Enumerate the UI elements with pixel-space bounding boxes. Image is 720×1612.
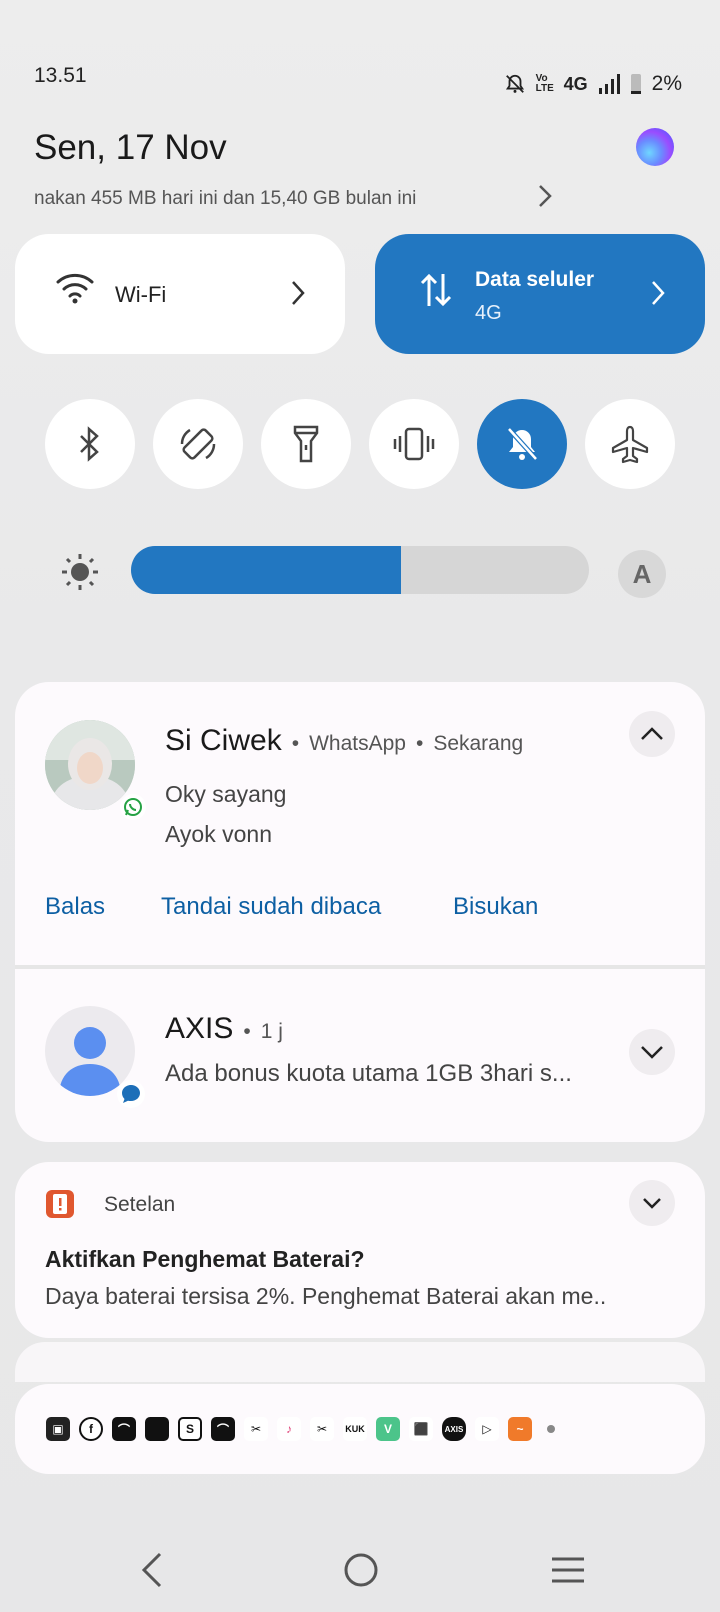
message-line: Oky sayang: [165, 781, 287, 807]
chevron-down-icon: [643, 1198, 661, 1209]
divider: [15, 965, 705, 969]
mobile-data-network: 4G: [475, 302, 502, 324]
rotate-icon: [180, 428, 216, 460]
notification-sender: AXIS: [165, 1012, 234, 1045]
data-arrows-icon: [420, 273, 452, 307]
battery-percent: 2%: [651, 72, 682, 95]
bell-off-icon: [505, 74, 524, 93]
assistant-orb-icon[interactable]: [636, 128, 674, 166]
signal-icon: [598, 74, 620, 94]
chevron-up-icon: [641, 727, 663, 740]
tiktok-icon: ♪: [277, 1417, 301, 1441]
notification-time: Sekarang: [433, 732, 524, 755]
battery-icon: [630, 74, 641, 94]
battery-alert-icon: [46, 1190, 74, 1218]
axis-icon: AXIS: [442, 1417, 466, 1441]
toggle-vibrate[interactable]: [369, 399, 459, 489]
app-icon: ~: [508, 1417, 532, 1441]
auto-brightness-button[interactable]: A: [618, 550, 666, 598]
toggle-silent[interactable]: [477, 399, 567, 489]
shopping-bag-icon: S: [178, 1417, 202, 1441]
chevron-down-icon: [641, 1046, 663, 1059]
message-line: Ada bonus kuota utama 1GB 3hari s...: [165, 1060, 572, 1087]
hidden-notification-peek[interactable]: [15, 1342, 705, 1382]
brightness-slider[interactable]: [131, 546, 589, 594]
home-icon[interactable]: [343, 1550, 379, 1590]
status-icons: Vo LTE 4G 2%: [504, 72, 682, 96]
notification-sender: Si Ciwek: [165, 724, 282, 757]
back-icon[interactable]: [140, 1550, 164, 1590]
whatsapp-header: Si Ciwek • WhatsApp • Sekarang: [165, 724, 523, 758]
message-line: Ayok vonn: [165, 821, 272, 847]
app-icon: [145, 1417, 169, 1441]
mark-read-button[interactable]: Tandai sudah dibaca: [161, 893, 381, 921]
network-type: 4G: [563, 73, 588, 94]
shopping-bag-icon: ⌒: [112, 1417, 136, 1441]
toggle-bluetooth[interactable]: [45, 399, 135, 489]
capcut-icon: ✂: [244, 1417, 268, 1441]
mute-button[interactable]: Bisukan: [453, 893, 538, 921]
mobile-data-tile[interactable]: Data seluler 4G: [375, 234, 705, 354]
vidio-icon: V: [376, 1417, 400, 1441]
chevron-right-icon[interactable]: [538, 184, 552, 208]
vibrate-icon: [393, 427, 435, 461]
expand-button[interactable]: [629, 1029, 675, 1075]
toggle-flashlight[interactable]: [261, 399, 351, 489]
chevron-right-icon: [652, 281, 665, 305]
notification-title: Aktifkan Penghemat Baterai?: [45, 1246, 365, 1272]
bell-off-icon: [507, 427, 538, 461]
toggle-airplane[interactable]: [585, 399, 675, 489]
axis-header: AXIS • 1 j: [165, 1012, 283, 1046]
notification-time: 1 j: [260, 1020, 283, 1043]
separator-dot: •: [243, 1020, 251, 1043]
capcut-icon: ✂: [310, 1417, 334, 1441]
brightness-slider-fill: [131, 546, 402, 594]
volte-icon: Vo LTE: [535, 73, 554, 94]
toggle-auto-rotate[interactable]: [153, 399, 243, 489]
message-bubble-icon: [117, 1080, 145, 1108]
notification-app: Setelan: [104, 1193, 176, 1216]
more-dot-icon: [547, 1425, 555, 1433]
app-icon: KUK: [343, 1417, 367, 1441]
facebook-icon: f: [79, 1417, 103, 1441]
recents-menu-icon[interactable]: [550, 1550, 586, 1590]
flashlight-icon: [293, 425, 319, 463]
collapse-button[interactable]: [629, 711, 675, 757]
bluetooth-icon: [80, 426, 99, 462]
notification-app: WhatsApp: [309, 732, 406, 755]
android-icon: ⬛: [409, 1417, 433, 1441]
separator-dot: •: [291, 732, 300, 755]
chevron-right-icon: [292, 281, 305, 305]
mobile-data-label: Data seluler: [475, 268, 595, 291]
app-icon: ▣: [46, 1417, 70, 1441]
notification-text: Daya baterai tersisa 2%. Penghemat Bater…: [45, 1283, 607, 1309]
data-usage-text[interactable]: nakan 455 MB hari ini dan 15,40 GB bulan…: [34, 188, 416, 210]
expand-button[interactable]: [629, 1180, 675, 1226]
app-icons-row: ▣ f ⌒ S ⌒ ✂ ♪ ✂ KUK V ⬛ AXIS ▷ ~: [46, 1417, 555, 1441]
shopping-bag-icon: ⌒: [211, 1417, 235, 1441]
airplane-icon: [611, 425, 649, 464]
brightness-icon: [62, 554, 98, 590]
wifi-label: Wi-Fi: [115, 282, 167, 307]
reply-button[interactable]: Balas: [45, 893, 105, 921]
wifi-tile[interactable]: Wi-Fi: [15, 234, 345, 354]
whatsapp-icon: [120, 794, 146, 820]
date-label: Sen, 17 Nov: [34, 128, 227, 167]
wifi-icon: [56, 273, 94, 304]
separator-dot: •: [415, 732, 424, 755]
status-time: 13.51: [34, 64, 87, 87]
avatar: [45, 720, 135, 810]
play-store-icon: ▷: [475, 1417, 499, 1441]
